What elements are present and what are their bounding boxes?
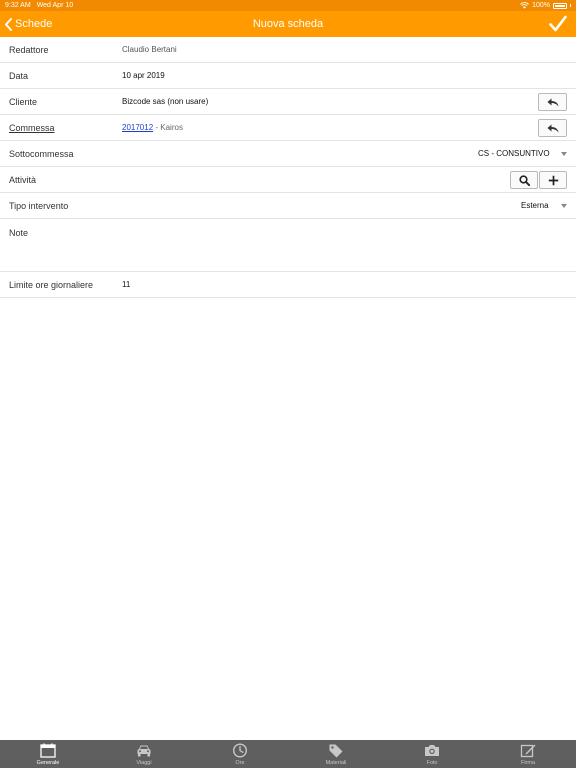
limite-ore-label: Limite ore giornaliere — [9, 279, 94, 290]
tag-icon — [329, 744, 343, 758]
signature-icon — [520, 744, 536, 758]
row-data[interactable]: Data 10 apr 2019 — [0, 63, 576, 89]
tab-label: Generale — [36, 760, 60, 766]
data-label: Data — [9, 70, 29, 81]
commessa-reply-button[interactable] — [538, 119, 567, 137]
wifi-icon — [520, 2, 530, 9]
note-label: Note — [9, 228, 29, 238]
row-sottocommessa[interactable]: Sottocommessa CS - CONSUNTIVO — [0, 141, 576, 167]
tab-bar: Generale Viaggi Ore Materiali Foto Firma — [0, 740, 576, 768]
checkmark-icon — [549, 15, 567, 32]
status-time: 9:32 AM — [5, 2, 31, 9]
tipo-intervento-label: Tipo intervento — [9, 200, 69, 211]
note-textarea[interactable] — [122, 225, 567, 265]
cliente-label: Cliente — [9, 96, 38, 107]
row-limite-ore: Limite ore giornaliere 11 — [0, 272, 576, 298]
tab-generale[interactable]: Generale — [0, 740, 96, 768]
tab-label: Materiali — [325, 760, 347, 766]
row-redattore: Redattore Claudio Bertani — [0, 37, 576, 63]
tab-firma[interactable]: Firma — [480, 740, 576, 768]
page-title: Nuova scheda — [252, 18, 324, 30]
chevron-down-icon — [561, 203, 567, 208]
battery-percent: 100% — [532, 2, 550, 9]
row-cliente: Cliente Bizcode sas (non usare) — [0, 89, 576, 115]
data-value[interactable]: 10 apr 2019 — [122, 71, 165, 80]
scheda-form: Redattore Claudio Bertani Data 10 apr 20… — [0, 37, 576, 298]
commessa-value: 2017012 - Kairos — [122, 123, 183, 132]
redattore-value: Claudio Bertani — [122, 45, 177, 54]
back-button[interactable]: Schede — [4, 11, 52, 37]
battery-icon — [553, 2, 567, 9]
status-date: Wed Apr 10 — [36, 2, 74, 9]
reply-icon — [547, 124, 558, 132]
tab-viaggi[interactable]: Viaggi — [96, 740, 192, 768]
row-tipo-intervento[interactable]: Tipo intervento Esterna — [0, 193, 576, 219]
status-bar: 9:32 AM Wed Apr 10 100% — [0, 0, 576, 11]
sottocommessa-label: Sottocommessa — [9, 148, 74, 159]
cliente-reply-button[interactable] — [538, 93, 567, 111]
search-icon — [518, 174, 530, 186]
back-button-label: Schede — [15, 18, 53, 30]
cliente-value[interactable]: Bizcode sas (non usare) — [122, 97, 208, 106]
nav-bar: Schede Nuova scheda — [0, 11, 576, 37]
tab-materiali[interactable]: Materiali — [288, 740, 384, 768]
tab-ore[interactable]: Ore — [192, 740, 288, 768]
sottocommessa-select[interactable]: CS - CONSUNTIVO — [478, 149, 550, 158]
reply-icon — [547, 98, 558, 106]
calendar-icon — [40, 743, 56, 758]
commessa-code-link[interactable]: 2017012 — [122, 123, 153, 132]
attivita-add-button[interactable] — [539, 171, 567, 189]
commessa-suffix: - Kairos — [153, 123, 183, 132]
plus-icon — [548, 175, 558, 185]
camera-icon — [425, 745, 439, 756]
redattore-label: Redattore — [9, 44, 49, 55]
save-button[interactable] — [548, 14, 568, 34]
battery-tip — [570, 4, 571, 7]
attivita-label: Attività — [9, 174, 37, 185]
tab-label: Viaggi — [136, 760, 152, 766]
tipo-intervento-select[interactable]: Esterna — [521, 201, 549, 210]
chevron-left-icon — [5, 17, 12, 31]
clock-icon — [232, 743, 248, 758]
row-attivita: Attività — [0, 167, 576, 193]
attivita-search-button[interactable] — [510, 171, 538, 189]
tab-foto[interactable]: Foto — [384, 740, 480, 768]
tab-label: Foto — [426, 760, 438, 766]
row-note: Note — [0, 219, 576, 272]
tab-label: Ore — [235, 760, 245, 766]
row-commessa: Commessa 2017012 - Kairos — [0, 115, 576, 141]
limite-ore-value[interactable]: 11 — [122, 280, 130, 289]
commessa-label[interactable]: Commessa — [9, 123, 55, 133]
car-icon — [137, 745, 151, 757]
chevron-down-icon — [561, 151, 567, 156]
tab-label: Firma — [520, 760, 536, 766]
